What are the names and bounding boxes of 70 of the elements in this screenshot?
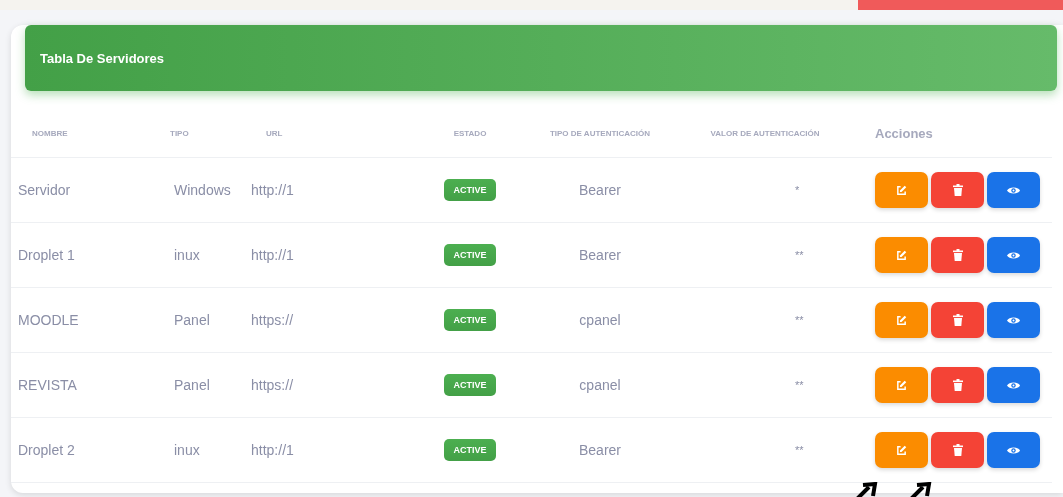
eye-icon: [1007, 185, 1020, 195]
column-header: ESTADO: [400, 110, 540, 158]
column-header: Acciones: [870, 110, 1052, 158]
view-button[interactable]: [987, 432, 1040, 468]
status-badge: ACTIVE: [444, 309, 496, 331]
trash-icon: [952, 314, 963, 326]
view-button[interactable]: [987, 367, 1040, 403]
edit-button[interactable]: [875, 172, 928, 208]
trash-icon: [952, 184, 963, 196]
table-cell: **: [660, 418, 870, 483]
eye-icon: [1007, 445, 1020, 455]
table-cell: Bearer: [540, 223, 660, 288]
status-badge: ACTIVE: [444, 179, 496, 201]
table-cell: *: [660, 158, 870, 223]
table-cell: Bearer: [540, 158, 660, 223]
delete-button[interactable]: [931, 302, 984, 338]
table-cell: **: [660, 288, 870, 353]
edit-icon: [896, 379, 907, 391]
column-header: VALOR DE AUTENTICACIÓN: [660, 110, 870, 158]
edit-icon: [896, 184, 907, 196]
table-cell: Panel: [165, 353, 240, 418]
edit-button[interactable]: [875, 367, 928, 403]
edit-button[interactable]: [875, 302, 928, 338]
view-button[interactable]: [987, 237, 1040, 273]
edit-icon: [896, 444, 907, 456]
trash-icon: [952, 379, 963, 391]
trash-icon: [952, 444, 963, 456]
delete-button[interactable]: [931, 432, 984, 468]
status-badge: ACTIVE: [444, 374, 496, 396]
table-cell: inux: [165, 223, 240, 288]
status-badge: ACTIVE: [444, 439, 496, 461]
column-header: TIPO: [165, 110, 240, 158]
view-button[interactable]: [987, 302, 1040, 338]
table-cell: https://: [240, 353, 400, 418]
edit-icon: [896, 314, 907, 326]
delete-button[interactable]: [931, 367, 984, 403]
status-badge: ACTIVE: [444, 244, 496, 266]
table-cell: MOODLE: [11, 288, 165, 353]
delete-button[interactable]: [931, 172, 984, 208]
column-header: NOMBRE: [11, 110, 165, 158]
table-cell: Droplet 2: [11, 418, 165, 483]
table-cell: **: [660, 223, 870, 288]
arrow-icon: [855, 482, 879, 497]
table-cell: cpanel: [540, 353, 660, 418]
panel-title: Tabla De Servidores: [40, 50, 165, 66]
delete-button[interactable]: [931, 237, 984, 273]
table-cell: REVISTA: [11, 353, 165, 418]
edit-button[interactable]: [875, 237, 928, 273]
table-cell: http://1: [240, 223, 400, 288]
eye-icon: [1007, 380, 1020, 390]
table-cell: cpanel: [540, 288, 660, 353]
table-cell: http://1: [240, 158, 400, 223]
eye-icon: [1007, 250, 1020, 260]
view-button[interactable]: [987, 172, 1040, 208]
table-cell: inux: [165, 418, 240, 483]
arrow-icon: [909, 482, 933, 497]
table-cell: **: [660, 353, 870, 418]
table-cell: http://1: [240, 418, 400, 483]
trash-icon: [952, 249, 963, 261]
table-cell: Bearer: [540, 418, 660, 483]
column-header: URL: [240, 110, 400, 158]
edit-button[interactable]: [875, 432, 928, 468]
table-cell: Windows: [165, 158, 240, 223]
table-cell: Servidor: [11, 158, 165, 223]
edit-icon: [896, 249, 907, 261]
eye-icon: [1007, 315, 1020, 325]
table-cell: https://: [240, 288, 400, 353]
table-cell: Panel: [165, 288, 240, 353]
table-cell: Droplet 1: [11, 223, 165, 288]
column-header: TIPO DE AUTENTICACIÓN: [540, 110, 660, 158]
